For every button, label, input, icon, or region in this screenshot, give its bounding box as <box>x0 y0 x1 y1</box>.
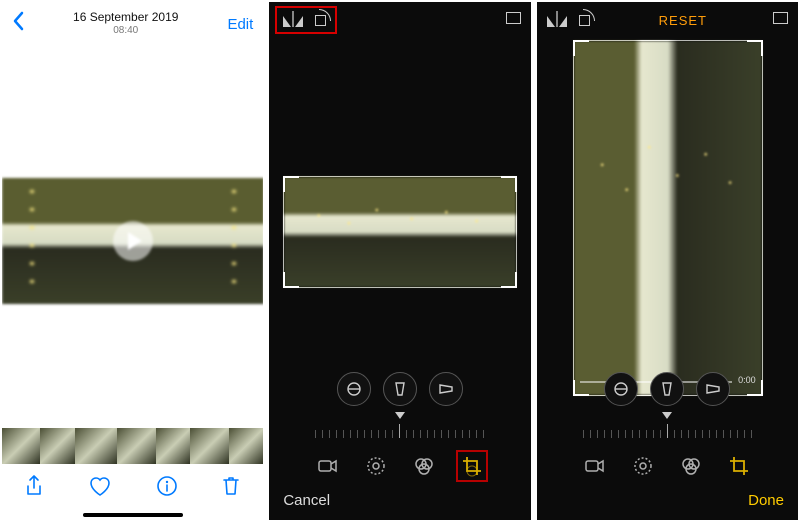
flip-icon[interactable] <box>547 13 567 27</box>
trash-icon[interactable] <box>221 474 241 504</box>
thumb[interactable] <box>229 428 264 464</box>
flip-rotate-group <box>547 12 593 28</box>
adjust-tab[interactable] <box>365 455 387 477</box>
thumb[interactable] <box>117 428 155 464</box>
crop-handle-tr[interactable] <box>747 40 763 56</box>
thumbnail-strip[interactable] <box>2 428 263 464</box>
straighten-button[interactable] <box>604 372 638 406</box>
title-date: 16 September 2019 08:40 <box>73 11 178 36</box>
crop-frame[interactable] <box>283 176 517 288</box>
filters-tab[interactable] <box>680 455 702 477</box>
editor-tool-tabs <box>537 446 798 486</box>
angle-ruler[interactable] <box>283 414 516 438</box>
photos-detail-screen: 16 September 2019 08:40 Edit <box>2 2 263 520</box>
filters-tab[interactable] <box>413 455 435 477</box>
horizontal-perspective-button[interactable] <box>696 372 730 406</box>
flip-rotate-group-highlighted <box>279 10 333 30</box>
adjust-tab[interactable] <box>632 455 654 477</box>
thumb[interactable] <box>75 428 117 464</box>
angle-ruler[interactable] <box>551 414 784 438</box>
thumb[interactable] <box>2 428 40 464</box>
video-tab[interactable] <box>584 455 606 477</box>
editor-tool-tabs <box>269 446 530 486</box>
crop-frame[interactable]: 0:00 <box>573 40 763 396</box>
adjust-mode-row <box>269 368 530 410</box>
straighten-button[interactable] <box>337 372 371 406</box>
time-label: 08:40 <box>73 25 178 37</box>
play-icon[interactable] <box>113 221 153 261</box>
video-tab[interactable] <box>317 455 339 477</box>
editor-bottom-bar: Done <box>537 486 798 514</box>
crop-tab[interactable] <box>728 455 750 477</box>
crop-image <box>574 41 762 395</box>
horizontal-perspective-button[interactable] <box>429 372 463 406</box>
rotate-icon[interactable] <box>577 12 593 28</box>
aspect-ratio-icon[interactable] <box>506 11 521 29</box>
thumb[interactable] <box>40 428 75 464</box>
crop-tab-highlighted[interactable] <box>461 455 483 477</box>
crop-handle-tl[interactable] <box>283 176 299 192</box>
crop-handle-bl[interactable] <box>283 272 299 288</box>
heart-icon[interactable] <box>88 475 112 503</box>
date-label: 16 September 2019 <box>73 11 178 25</box>
editor-top-bar: RESET <box>537 2 798 38</box>
edit-crop-screen: Cancel <box>269 2 530 520</box>
info-icon[interactable] <box>156 475 178 503</box>
thumb[interactable] <box>190 428 228 464</box>
rotate-icon[interactable] <box>313 12 329 28</box>
vertical-perspective-button[interactable] <box>383 372 417 406</box>
editor-top-bar <box>269 2 530 38</box>
video-preview[interactable] <box>2 178 263 304</box>
back-button[interactable] <box>12 11 24 37</box>
cancel-button[interactable]: Cancel <box>283 492 330 509</box>
home-indicator <box>83 513 183 517</box>
thumb[interactable] <box>156 428 191 464</box>
done-button[interactable]: Done <box>748 492 784 509</box>
crop-handle-tr[interactable] <box>501 176 517 192</box>
vertical-perspective-button[interactable] <box>650 372 684 406</box>
share-icon[interactable] <box>24 474 44 504</box>
ruler-marker <box>395 412 405 419</box>
ruler-marker <box>662 412 672 419</box>
nav-bar: 16 September 2019 08:40 Edit <box>2 2 263 46</box>
reset-button[interactable]: RESET <box>659 13 707 28</box>
edit-button[interactable]: Edit <box>227 16 253 33</box>
edit-crop-rotated-screen: RESET 0:00 <box>537 2 798 520</box>
editor-bottom-bar: Cancel <box>269 486 530 514</box>
crop-handle-br[interactable] <box>501 272 517 288</box>
crop-handle-tl[interactable] <box>573 40 589 56</box>
adjust-mode-row <box>537 368 798 410</box>
bottom-toolbar <box>2 462 263 516</box>
aspect-ratio-icon[interactable] <box>773 11 788 29</box>
crop-image <box>284 177 516 287</box>
flip-icon[interactable] <box>283 13 303 27</box>
